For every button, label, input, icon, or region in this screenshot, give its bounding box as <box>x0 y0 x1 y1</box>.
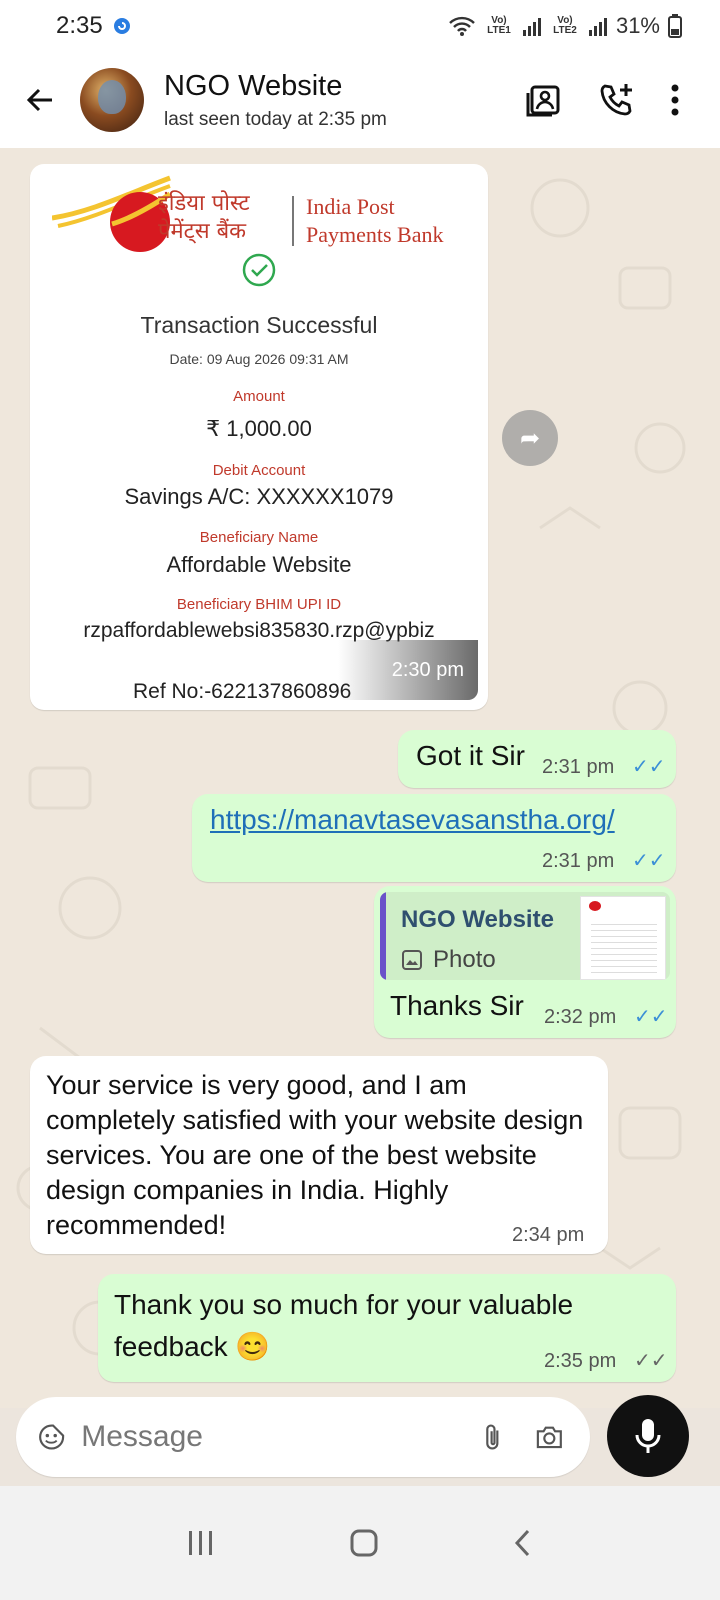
arrow-left-icon <box>26 88 52 112</box>
message-text: Thanks Sir <box>390 990 524 1021</box>
message-composer <box>16 1397 590 1477</box>
sticker-icon[interactable] <box>38 1418 65 1456</box>
thumbnail-lines <box>591 919 657 973</box>
beneficiary-name-value: Affordable Website <box>166 552 352 577</box>
attach-icon[interactable] <box>483 1418 503 1456</box>
forward-icon: ➦ <box>519 424 541 452</box>
message-text: Got it Sir <box>416 740 525 771</box>
add-call-icon[interactable] <box>598 81 636 119</box>
read-ticks-icon: ✓✓ <box>632 756 666 778</box>
bank-name-line2: Payments Bank <box>306 222 444 247</box>
battery-icon <box>668 14 682 38</box>
recent-apps-icon[interactable] <box>186 1529 216 1557</box>
bank-name-hindi: इंडिया पोस्ट पेमेंट्स बैंक <box>158 191 250 244</box>
contact-name: NGO Website <box>164 69 343 102</box>
message-time: 2:31 pm <box>542 850 615 872</box>
signal-icon-2 <box>588 18 607 36</box>
message-link[interactable]: https://manavtasevasanstha.org/ 2:31 pm … <box>192 794 676 882</box>
reference-number: Ref No:-622137860896 <box>133 680 352 703</box>
website-link[interactable]: https://manavtasevasanstha.org/ <box>210 804 615 836</box>
sync-icon <box>113 18 130 34</box>
amount-value: ₹ 1,000.00 <box>206 416 312 441</box>
transaction-date: Date: 09 Aug 2026 09:31 AM <box>169 351 349 367</box>
quote-bar <box>380 892 386 980</box>
video-call-icon[interactable] <box>526 81 564 119</box>
ippb-logo-icon <box>52 175 172 252</box>
read-ticks-icon: ✓✓ <box>632 850 666 872</box>
message-review[interactable]: Your service is very good, and I am comp… <box>30 1056 608 1254</box>
photo-icon <box>402 950 422 970</box>
bank-name-line1: India Post <box>306 194 395 219</box>
receipt-time: 2:30 pm <box>391 658 464 681</box>
thumbnail-logo <box>589 901 601 911</box>
wifi-icon <box>449 16 475 36</box>
receipt-timestamp-overlay: 2:30 pm <box>338 640 478 700</box>
message-thanks[interactable]: Thank you so much for your valuable feed… <box>98 1274 676 1382</box>
message-got-it[interactable]: Got it Sir 2:31 pm ✓✓ <box>398 730 676 788</box>
microphone-icon <box>635 1419 661 1453</box>
sim1-label: Vo) LTE1 <box>487 15 511 36</box>
forward-button[interactable]: ➦ <box>502 410 558 466</box>
sim2-label: Vo) LTE2 <box>553 15 577 36</box>
status-bar: 2:35 Vo) LTE1 Vo) LTE2 31% <box>0 0 720 52</box>
debit-account-value: Savings A/C: XXXXXX1079 <box>124 484 394 509</box>
battery-percent: 31% <box>615 13 660 38</box>
system-navigation-bar <box>0 1486 720 1600</box>
delivered-ticks-icon: ✓✓ <box>634 1350 668 1372</box>
status-time-group: 2:35 <box>56 12 131 40</box>
upi-id-label: Beneficiary BHIM UPI ID <box>176 596 342 613</box>
beneficiary-name-label: Beneficiary Name <box>199 529 319 546</box>
transaction-status: Transaction Successful <box>140 312 378 338</box>
last-seen: last seen today at 2:35 pm <box>164 108 387 130</box>
message-input[interactable] <box>81 1420 468 1454</box>
success-check-icon <box>242 253 276 287</box>
chat-header: NGO Website last seen today at 2:35 pm <box>0 52 720 148</box>
quoted-message[interactable]: NGO Website Photo <box>380 892 670 980</box>
quote-author: NGO Website <box>401 906 554 933</box>
clock: 2:35 <box>56 12 103 39</box>
message-time: 2:34 pm <box>512 1224 585 1246</box>
camera-icon[interactable] <box>535 1419 564 1455</box>
avatar[interactable] <box>80 68 144 132</box>
amount-label: Amount <box>233 388 285 405</box>
header-actions <box>526 81 720 119</box>
home-icon[interactable] <box>349 1528 379 1558</box>
message-text: Thank you so much for your valuable feed… <box>114 1289 574 1362</box>
payment-receipt-image[interactable]: इंडिया पोस्ट पेमेंट्स बैंक India Post Pa… <box>30 164 488 710</box>
status-indicators: Vo) LTE1 Vo) LTE2 31% <box>448 13 682 39</box>
message-text: Your service is very good, and I am comp… <box>46 1070 584 1240</box>
message-time: 2:32 pm <box>544 1006 617 1028</box>
message-reply[interactable]: NGO Website Photo Thanks Sir 2:32 pm ✓✓ <box>374 886 676 1038</box>
quote-thumbnail <box>580 896 666 980</box>
mic-button[interactable] <box>607 1395 689 1477</box>
back-nav-icon[interactable] <box>512 1528 534 1558</box>
more-options-icon[interactable] <box>670 84 680 116</box>
debit-account-label: Debit Account <box>212 462 306 479</box>
quote-type: Photo <box>433 946 496 973</box>
bank-divider <box>292 196 294 246</box>
signal-icon-1 <box>522 18 541 36</box>
back-button[interactable] <box>0 84 80 116</box>
contact-info[interactable]: NGO Website last seen today at 2:35 pm <box>164 70 526 131</box>
message-time: 2:31 pm <box>542 756 615 778</box>
read-ticks-icon: ✓✓ <box>634 1006 668 1028</box>
message-time: 2:35 pm <box>544 1350 617 1372</box>
